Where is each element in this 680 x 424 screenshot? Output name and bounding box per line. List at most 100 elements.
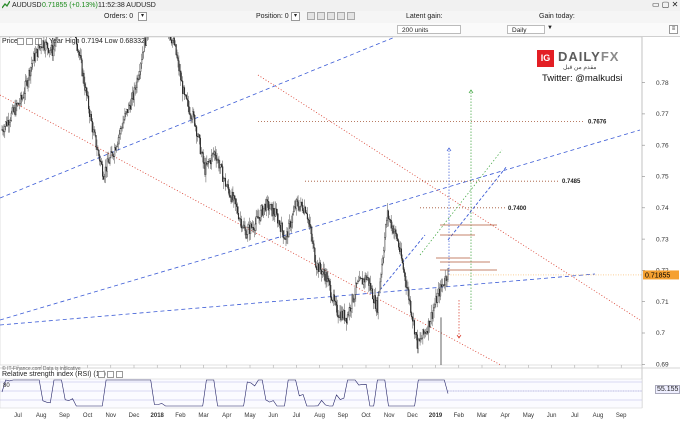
- candle: [130, 98, 132, 110]
- candle: [239, 218, 241, 220]
- candle: [174, 44, 176, 46]
- candle: [390, 220, 392, 229]
- candle: [360, 278, 362, 280]
- candle: [65, 7, 66, 12]
- candle: [175, 44, 177, 55]
- candle: [120, 128, 122, 129]
- candle: [310, 226, 312, 235]
- candle: [211, 153, 213, 156]
- rsi-panel: [0, 378, 643, 409]
- candle: [353, 298, 355, 302]
- candle: [31, 63, 33, 68]
- candle: [358, 280, 360, 282]
- candle: [250, 223, 252, 234]
- candle: [245, 230, 247, 239]
- candle: [258, 217, 260, 219]
- candle: [256, 216, 258, 218]
- red-channel-upper: [257, 74, 641, 321]
- candle: [432, 310, 434, 319]
- candle: [210, 160, 212, 165]
- candle: [85, 87, 87, 91]
- candle: [278, 220, 281, 226]
- candle: [340, 311, 342, 320]
- candle: [254, 223, 256, 231]
- x-tick-label: Aug: [593, 413, 604, 419]
- level-label: 0.7485: [562, 179, 581, 185]
- candle: [81, 59, 83, 77]
- candle: [155, 2, 156, 13]
- candle: [294, 206, 296, 209]
- candle: [179, 70, 181, 72]
- candle: [290, 221, 292, 228]
- candle: [339, 311, 341, 318]
- candle: [111, 151, 113, 153]
- candle: [259, 217, 261, 221]
- candle: [34, 52, 37, 62]
- candle: [329, 281, 331, 286]
- candle: [362, 278, 364, 285]
- candle: [207, 161, 209, 165]
- candle: [198, 134, 200, 139]
- candle: [416, 334, 418, 349]
- candle: [3, 131, 5, 133]
- candle: [438, 288, 440, 294]
- brand-arabic: مقدم من قبل: [563, 65, 597, 71]
- candle: [428, 320, 430, 328]
- candle: [282, 230, 284, 238]
- candle: [208, 161, 210, 163]
- candle: [289, 221, 291, 224]
- candle: [376, 300, 378, 313]
- candle: [173, 38, 175, 46]
- candle: [108, 162, 110, 164]
- trendline-lower: [0, 273, 596, 326]
- candle: [136, 77, 138, 89]
- candle: [425, 332, 427, 334]
- candle: [2, 129, 4, 132]
- candle: [172, 38, 174, 41]
- candle: [429, 321, 431, 328]
- candle: [158, 7, 159, 15]
- candle: [323, 269, 325, 275]
- level-label: 0.7676: [588, 119, 607, 125]
- candle: [12, 107, 14, 112]
- candle: [116, 143, 119, 147]
- candle: [185, 94, 187, 99]
- candle: [127, 109, 129, 113]
- candle: [26, 80, 28, 87]
- x-tick-label: Mar: [477, 413, 487, 419]
- candle: [36, 48, 38, 57]
- candle: [222, 166, 224, 182]
- candle: [113, 156, 115, 157]
- candle: [345, 317, 347, 321]
- candle: [312, 241, 314, 244]
- candle: [381, 263, 383, 275]
- candle: [220, 164, 222, 168]
- twitter-handle: Twitter: @malkudsi: [542, 73, 623, 84]
- candle: [392, 225, 394, 234]
- candle: [77, 50, 79, 53]
- candle: [249, 224, 251, 234]
- candle: [269, 204, 271, 210]
- candle: [436, 295, 438, 303]
- rsi-settings-icon[interactable]: [98, 371, 105, 378]
- rsi-visibility-icon[interactable]: [107, 371, 114, 378]
- candle: [200, 151, 202, 155]
- candle: [441, 284, 443, 287]
- candle: [1, 129, 3, 131]
- candle: [410, 300, 412, 313]
- candle: [261, 205, 263, 211]
- candle: [447, 268, 449, 280]
- candle: [322, 269, 324, 272]
- candle: [297, 201, 299, 208]
- candle: [431, 312, 433, 319]
- candle: [98, 149, 100, 156]
- candle: [303, 210, 305, 214]
- candle: [129, 104, 131, 106]
- candle: [407, 287, 409, 290]
- rsi-close-icon[interactable]: [116, 371, 123, 378]
- candle: [164, 16, 165, 18]
- red-channel-lower: [0, 94, 502, 365]
- candle: [190, 114, 192, 119]
- candle: [237, 206, 239, 214]
- candle: [300, 201, 302, 207]
